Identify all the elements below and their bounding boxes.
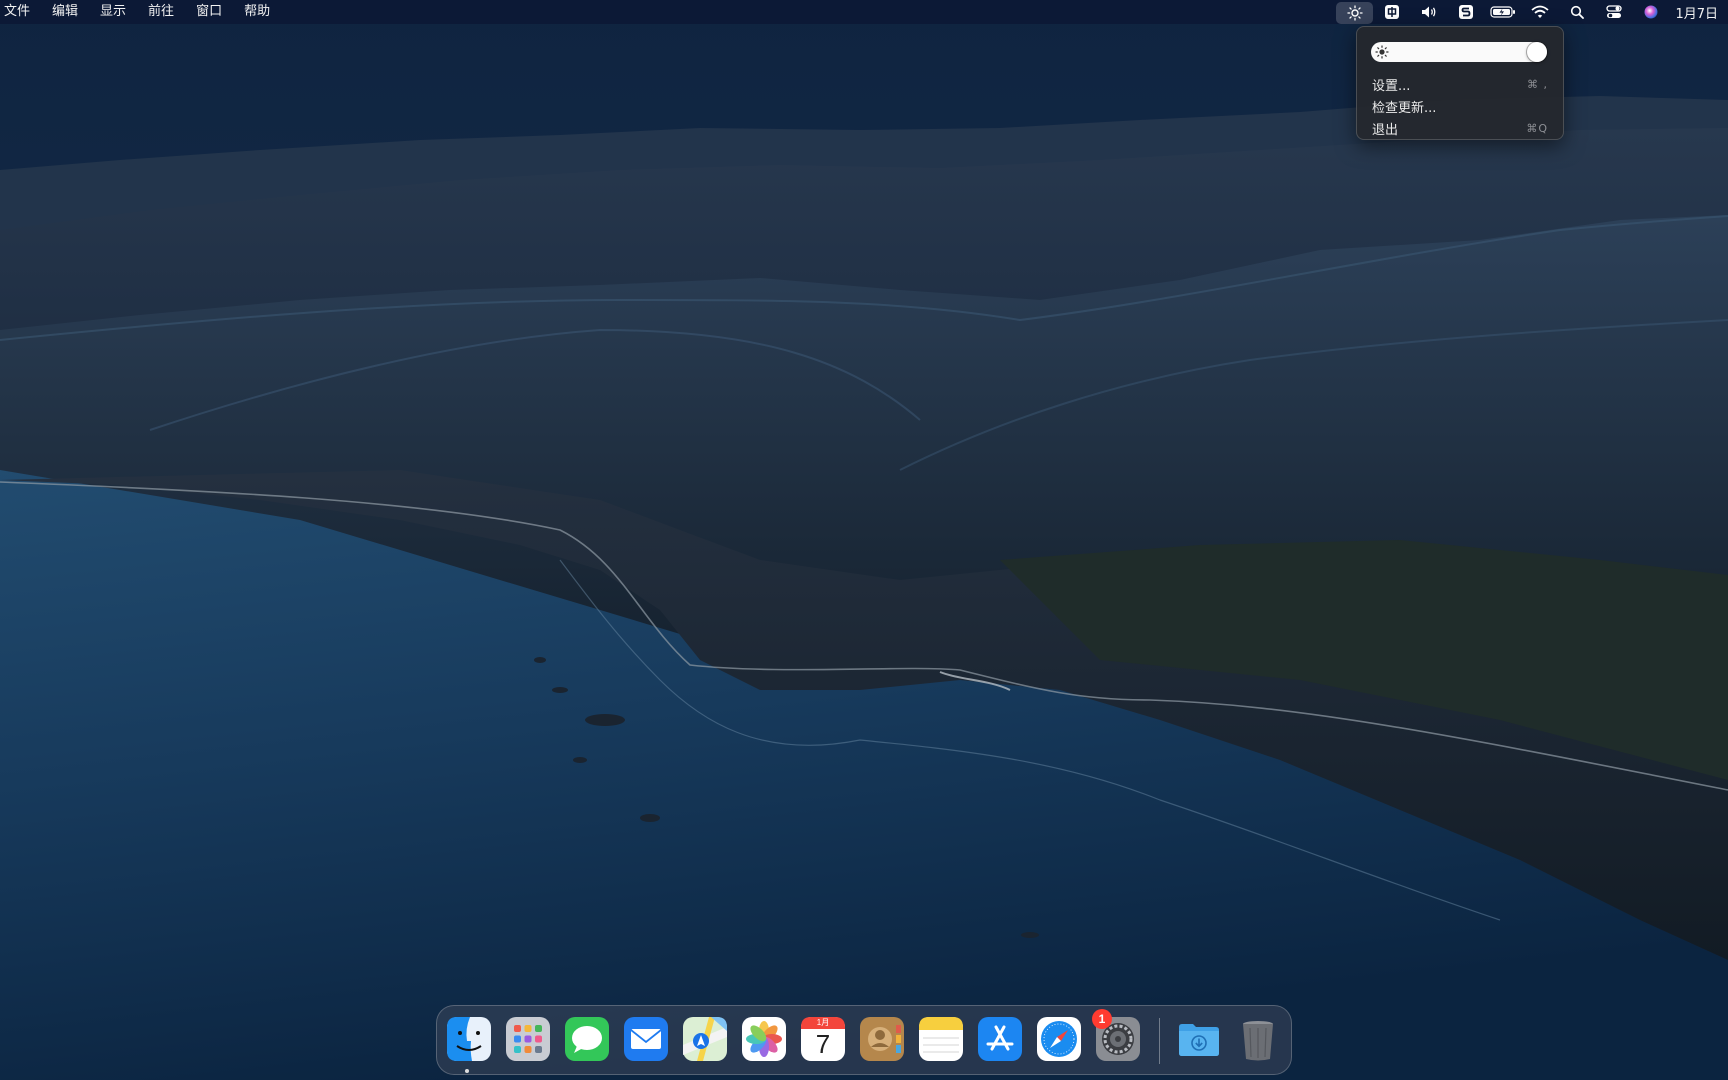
menu-help[interactable]: 帮助 (233, 0, 281, 24)
dock: 1月 7 1 (436, 1005, 1292, 1075)
input-method-icon[interactable] (1373, 0, 1410, 24)
battery-charging-icon[interactable] (1484, 0, 1521, 24)
safari-icon[interactable] (1035, 1015, 1083, 1063)
sun-icon (1375, 45, 1389, 59)
menu-view[interactable]: 显示 (89, 0, 137, 24)
slider-knob[interactable] (1527, 42, 1547, 62)
menu-file[interactable]: 文件 (0, 0, 41, 24)
menu-bar: 文件 编辑 显示 前往 窗口 帮助 1月7日 (0, 0, 1728, 24)
mail-icon[interactable] (622, 1015, 670, 1063)
desktop-wallpaper (0, 0, 1728, 1080)
menu-item-label: 设置... (1372, 78, 1411, 94)
app-store-icon[interactable] (976, 1015, 1024, 1063)
running-indicator (465, 1069, 469, 1073)
app-s-icon[interactable] (1447, 0, 1484, 24)
menu-item-shortcut: ⌘ , (1527, 77, 1548, 91)
menu-item-label: 检查更新... (1372, 100, 1437, 116)
menu-item-settings[interactable]: 设置... ⌘ , (1362, 73, 1558, 95)
volume-icon[interactable] (1410, 0, 1447, 24)
menu-item-shortcut: ⌘Q (1526, 121, 1548, 135)
launchpad-icon[interactable] (504, 1015, 552, 1063)
brightness-dropdown-menu: 设置... ⌘ , 检查更新... 退出 ⌘Q (1356, 26, 1564, 140)
brightness-slider[interactable] (1371, 42, 1547, 62)
dock-divider (1159, 1018, 1160, 1064)
menu-bar-clock[interactable]: 1月7日 (1669, 3, 1728, 22)
control-center-icon[interactable] (1595, 0, 1632, 24)
menu-item-label: 退出 (1372, 122, 1399, 138)
spotlight-icon[interactable] (1558, 0, 1595, 24)
menu-item-quit[interactable]: 退出 ⌘Q (1362, 117, 1558, 139)
finder-icon[interactable] (445, 1015, 493, 1063)
photos-icon[interactable] (740, 1015, 788, 1063)
calendar-month: 1月 (816, 1018, 830, 1027)
calendar-day: 7 (815, 1029, 831, 1059)
menu-item-check-updates[interactable]: 检查更新... (1362, 95, 1558, 117)
trash-icon[interactable] (1234, 1015, 1282, 1063)
notes-icon[interactable] (917, 1015, 965, 1063)
status-menu-area: 1月7日 (1336, 0, 1728, 24)
maps-icon[interactable] (681, 1015, 729, 1063)
menu-window[interactable]: 窗口 (185, 0, 233, 24)
brightness-icon[interactable] (1336, 1, 1374, 24)
contacts-icon[interactable] (858, 1015, 906, 1063)
menu-edit[interactable]: 编辑 (41, 0, 89, 24)
menu-go[interactable]: 前往 (137, 0, 185, 24)
notification-badge: 1 (1092, 1009, 1112, 1029)
messages-icon[interactable] (563, 1015, 611, 1063)
downloads-folder-icon[interactable] (1175, 1015, 1223, 1063)
siri-icon[interactable] (1632, 0, 1669, 24)
calendar-icon[interactable]: 1月 7 (799, 1015, 847, 1063)
wifi-icon[interactable] (1521, 0, 1558, 24)
